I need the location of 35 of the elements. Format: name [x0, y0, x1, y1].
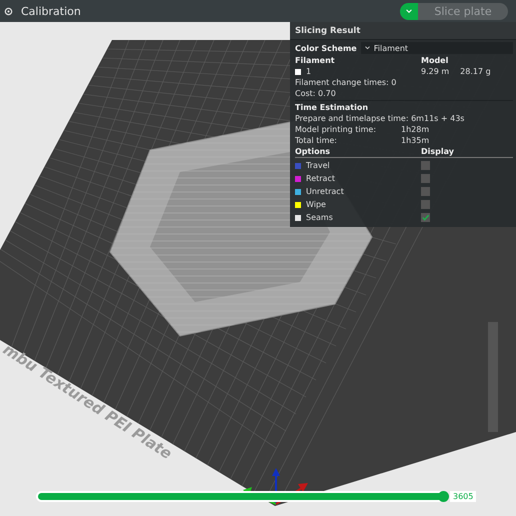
display-checkbox[interactable]	[421, 174, 430, 183]
dropdown-button[interactable]	[400, 2, 418, 20]
slider-thumb[interactable]	[438, 491, 448, 502]
time-label: Total time:	[295, 136, 338, 145]
display-checkbox[interactable]	[421, 187, 430, 196]
settings-icon[interactable]	[4, 6, 13, 16]
time-label: Prepare and timelapse time: 6m11s + 43s	[295, 114, 466, 123]
time-value: 1h28m	[401, 125, 430, 134]
color-scheme-dropdown[interactable]: Filament	[360, 42, 513, 54]
filament-weight: 28.17 g	[460, 67, 491, 76]
time-label: Model printing time:	[295, 125, 378, 134]
option-label: Retract	[306, 174, 335, 183]
layer-value: 3605	[450, 491, 476, 502]
panel-title: Slicing Result	[290, 24, 516, 40]
info-text: Cost: 0.70	[295, 89, 337, 98]
column-header: Options	[295, 147, 332, 156]
option-label: Unretract	[306, 187, 344, 196]
info-text: Filament change times: 0	[295, 78, 398, 87]
section-title: Time Estimation	[295, 100, 513, 112]
option-label: Seams	[306, 213, 333, 222]
option-label: Travel	[306, 161, 330, 170]
chevron-icon	[364, 46, 371, 50]
column-header: Filament	[295, 56, 336, 65]
chevron-icon	[405, 8, 413, 14]
time-value: 1h35m	[401, 136, 430, 145]
display-checkbox[interactable]	[421, 200, 430, 209]
option-label: Wipe	[306, 200, 326, 209]
filament-length: 9.29 m	[421, 67, 450, 76]
display-checkbox[interactable]	[421, 161, 430, 170]
column-header: Display	[421, 147, 455, 156]
column-header: Model	[421, 56, 450, 65]
display-checkbox[interactable]	[421, 213, 430, 222]
field-label: Color Scheme	[295, 44, 357, 52]
filament-name: 1	[306, 67, 312, 76]
tab-title[interactable]: Calibration	[21, 4, 81, 18]
